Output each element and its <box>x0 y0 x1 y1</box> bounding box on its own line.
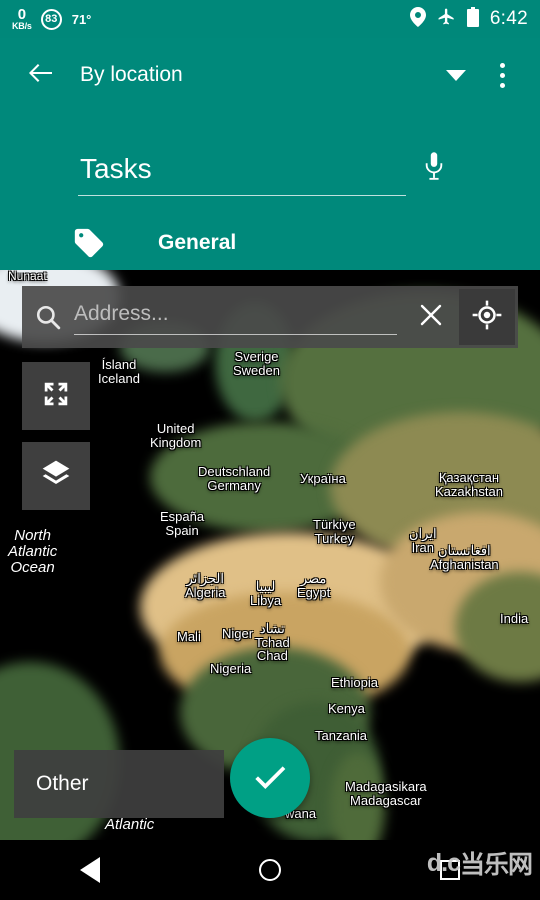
close-icon <box>419 303 443 332</box>
my-location-icon <box>472 300 502 335</box>
temperature-indicator: 71° <box>71 11 92 27</box>
task-field <box>78 153 406 196</box>
search-icon <box>22 304 74 330</box>
status-bar: 0 KB/s 83 71° 6:42 <box>0 0 540 38</box>
clear-address-button[interactable] <box>403 286 459 348</box>
battery-percent-value: 83 <box>45 13 58 25</box>
nav-back-button[interactable] <box>0 857 180 883</box>
location-pin-icon <box>409 6 426 32</box>
overflow-menu-button[interactable] <box>482 53 522 97</box>
network-speed-indicator: 0 KB/s <box>12 7 32 31</box>
my-location-button[interactable] <box>459 289 515 345</box>
battery-percent-badge: 83 <box>40 8 62 30</box>
address-input-underline <box>74 333 397 335</box>
app-header: By location Tasks General <box>0 38 540 270</box>
address-search-bar[interactable] <box>22 286 518 348</box>
network-speed-value: 0 <box>17 6 27 23</box>
microphone-icon <box>423 150 445 187</box>
check-icon <box>250 756 290 801</box>
fit-bounds-icon <box>41 379 71 414</box>
address-field <box>74 299 403 335</box>
address-input[interactable] <box>74 299 397 334</box>
toolbar-actions <box>436 53 522 97</box>
voice-input-button[interactable] <box>406 140 462 196</box>
chevron-down-icon <box>446 69 466 81</box>
network-speed-unit: KB/s <box>12 21 32 31</box>
task-input-row <box>0 140 540 196</box>
confirm-fab[interactable] <box>230 738 310 818</box>
status-bar-right: 6:42 <box>409 6 528 32</box>
map-layers-button[interactable] <box>22 442 90 510</box>
map-layers-icon <box>40 458 72 495</box>
status-clock: 6:42 <box>489 8 528 29</box>
toolbar: By location <box>0 38 540 112</box>
category-other-label: Other <box>36 772 89 795</box>
fit-bounds-button[interactable] <box>22 362 90 430</box>
nav-home-button[interactable] <box>180 859 360 881</box>
sort-dropdown-button[interactable] <box>436 55 476 95</box>
site-watermark: d.c 当乐网 <box>426 845 533 881</box>
page-title: By location <box>80 63 183 86</box>
battery-icon <box>466 6 479 32</box>
nav-back-icon <box>80 857 100 883</box>
back-button[interactable] <box>18 53 62 97</box>
overflow-menu-icon <box>499 62 505 68</box>
tag-label: General <box>158 231 237 254</box>
task-input-underline <box>78 195 406 196</box>
watermark-cn-text: 当乐网 <box>459 851 533 879</box>
tag-row[interactable]: General <box>0 226 540 260</box>
airplane-mode-icon <box>437 7 456 31</box>
nav-home-icon <box>259 859 281 881</box>
tag-icon <box>72 226 114 260</box>
back-arrow-icon <box>27 62 53 89</box>
watermark-text: d.c <box>426 848 461 877</box>
category-other-panel[interactable]: Other <box>14 750 224 818</box>
task-input[interactable] <box>78 153 406 195</box>
app-root: 0 KB/s 83 71° 6:42 By location Tasks Gen… <box>0 0 540 900</box>
